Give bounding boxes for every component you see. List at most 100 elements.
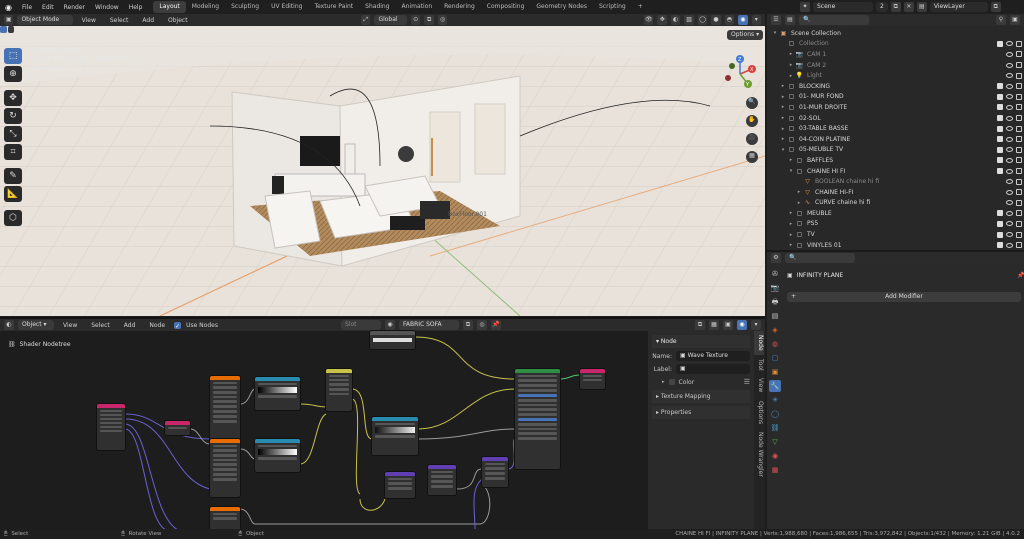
scene-name-field[interactable]: Scene	[813, 2, 873, 12]
eye-icon[interactable]	[1006, 136, 1013, 142]
sidebar-tab-tool[interactable]: Tool	[754, 355, 764, 375]
tab-scripting[interactable]: Scripting	[593, 1, 632, 13]
select-extend-icon[interactable]	[7, 26, 14, 33]
eye-icon[interactable]	[1006, 179, 1013, 185]
outliner-row[interactable]: ▾ ▢ CHAINE HI FI	[767, 166, 1024, 177]
texture-mapping-panel[interactable]: ▸ Texture Mapping	[652, 390, 750, 403]
texture-coordinate-node[interactable]	[97, 404, 125, 450]
principled-bsdf-node[interactable]	[515, 369, 560, 469]
camera-view-icon[interactable]: 🎥	[746, 133, 758, 145]
menu-window[interactable]: Window	[90, 4, 124, 11]
material-tab-icon[interactable]: ◉	[769, 450, 781, 462]
xray-icon[interactable]: ▧	[684, 15, 694, 25]
measure-tool-icon[interactable]: 📐	[4, 186, 22, 202]
outliner-row[interactable]: ▾ ▢ 05-MEUBLE TV	[767, 145, 1024, 156]
expand-arrow-icon[interactable]: ▸	[787, 210, 795, 216]
sidebar-tab-node[interactable]: Node	[754, 331, 764, 355]
exclude-checkbox[interactable]	[997, 83, 1003, 90]
gizmo-neg-x-icon[interactable]	[725, 75, 731, 81]
proportional-edit-icon[interactable]: ◎	[437, 15, 448, 25]
node-preview-icon[interactable]: ◉	[737, 320, 747, 330]
color-ramp-node-1[interactable]	[255, 377, 300, 410]
tab-modeling[interactable]: Modeling	[186, 1, 225, 13]
color-ramp-2-gradient[interactable]	[258, 449, 297, 455]
add-workspace-button[interactable]: +	[632, 1, 649, 13]
node-preview-options-icon[interactable]: ▾	[751, 320, 761, 330]
tab-uv-editing[interactable]: UV Editing	[265, 1, 308, 13]
tab-layout[interactable]: Layout	[153, 1, 186, 13]
math-node-1[interactable]	[385, 472, 415, 498]
scene-icon[interactable]: ✦	[800, 2, 810, 12]
color-checkbox[interactable]	[668, 379, 675, 385]
outliner-row[interactable]: ▸ ▢ 01-MUR DROITE	[767, 102, 1024, 113]
color-ramp-node-2[interactable]	[255, 439, 300, 472]
outliner-row[interactable]: ▸ ▽ CHAINE HI-FI	[767, 187, 1024, 198]
tab-compositing[interactable]: Compositing	[481, 1, 531, 13]
outliner-row[interactable]: ▽ BOOLEAN chaine hi fi	[767, 176, 1024, 187]
eye-icon[interactable]	[1006, 62, 1013, 68]
exclude-checkbox[interactable]	[997, 231, 1003, 238]
expand-arrow-icon[interactable]: ▸	[779, 115, 787, 121]
node-overlay-icon[interactable]: ▦	[709, 320, 719, 330]
expand-arrow-icon[interactable]: ▸	[795, 200, 803, 206]
outliner-row[interactable]: ▸ 📷 CAM 1	[767, 49, 1024, 60]
shader-editor[interactable]: ◐ Object ▾ View Select Add Node ✓ Use No…	[0, 317, 765, 531]
transform-orientation-dropdown[interactable]: Global	[374, 15, 407, 25]
tab-sculpting[interactable]: Sculpting	[225, 1, 265, 13]
view-layer-copy-icon[interactable]: ⧉	[990, 2, 1001, 12]
eye-icon[interactable]	[1006, 232, 1013, 238]
select-box-tool-icon[interactable]: ⬚	[4, 48, 22, 64]
color-expand-icon[interactable]: ▸	[662, 379, 665, 385]
expand-arrow-icon[interactable]: ▸	[779, 83, 787, 89]
shading-material-icon[interactable]: ◓	[724, 15, 735, 25]
eye-icon[interactable]	[1006, 221, 1013, 227]
render-camera-icon[interactable]	[1016, 83, 1022, 90]
object-tab-icon[interactable]: ▣	[769, 366, 781, 378]
eye-icon[interactable]	[1006, 200, 1013, 206]
grid-view-icon[interactable]: ▦	[746, 151, 758, 163]
vp-menu-add[interactable]: Add	[137, 17, 159, 24]
sidebar-tab-node-wrangler[interactable]: Node Wrangler	[754, 428, 764, 481]
blender-logo-icon[interactable]: ◉	[0, 3, 17, 12]
eye-icon[interactable]	[1006, 94, 1013, 100]
expand-arrow-icon[interactable]: ▸	[787, 242, 795, 248]
properties-search-field[interactable]: 🔍	[785, 253, 855, 263]
outliner-editor-icon[interactable]: ☰	[771, 15, 781, 25]
viewport-3d[interactable]: BoxFloor.001 ▣ Object Mode View Select A…	[0, 14, 765, 316]
render-camera-icon[interactable]	[1016, 178, 1022, 185]
tab-texture-paint[interactable]: Texture Paint	[308, 1, 359, 13]
view-layer-tab-icon[interactable]: ▤	[769, 310, 781, 322]
sidebar-tab-view[interactable]: View	[754, 374, 764, 396]
exclude-checkbox[interactable]	[997, 210, 1003, 217]
outliner-row[interactable]: ▸ ∿ CURVE chaine hi fi	[767, 198, 1024, 209]
exclude-checkbox[interactable]	[997, 93, 1003, 100]
color-ramp-node-3[interactable]	[372, 417, 418, 455]
gizmo-icon[interactable]: ✥	[657, 15, 667, 25]
exclude-checkbox[interactable]	[997, 157, 1003, 164]
data-tab-icon[interactable]: ▽	[769, 436, 781, 448]
exclude-checkbox[interactable]	[997, 220, 1003, 227]
outliner-row[interactable]: ▸ ▢ BAFFLES	[767, 155, 1024, 166]
outliner-row[interactable]: ▸ 📷 CAM 2	[767, 60, 1024, 71]
eye-icon[interactable]	[1006, 51, 1013, 57]
render-camera-icon[interactable]	[1016, 189, 1022, 196]
render-camera-icon[interactable]	[1016, 168, 1022, 175]
vp-menu-view[interactable]: View	[77, 17, 101, 24]
cursor-tool-icon[interactable]: ⊕	[4, 66, 22, 82]
expand-arrow-icon[interactable]: ▸	[787, 73, 795, 79]
exclude-checkbox[interactable]	[997, 125, 1003, 132]
render-camera-icon[interactable]	[1016, 104, 1022, 111]
shading-options-icon[interactable]: ▾	[751, 15, 761, 25]
outliner-row[interactable]: ▸ ▢ VINYLES 01	[767, 240, 1024, 251]
modifier-tab-icon[interactable]: 🔧	[769, 380, 781, 392]
expand-arrow-icon[interactable]: ▸	[787, 232, 795, 238]
expand-arrow-icon[interactable]: ▸	[795, 189, 803, 195]
outliner-row[interactable]: ▸ 💡 Light	[767, 70, 1024, 81]
eye-icon[interactable]	[1006, 115, 1013, 121]
expand-arrow-icon[interactable]: ▸	[779, 126, 787, 132]
sidebar-tab-options[interactable]: Options	[754, 397, 764, 428]
node-color-row[interactable]: ▸ Color ☰	[662, 378, 750, 386]
material-output-node[interactable]	[580, 369, 605, 389]
outliner-display-mode-icon[interactable]: ▤	[785, 15, 795, 25]
shading-solid-icon[interactable]: ●	[711, 15, 721, 25]
